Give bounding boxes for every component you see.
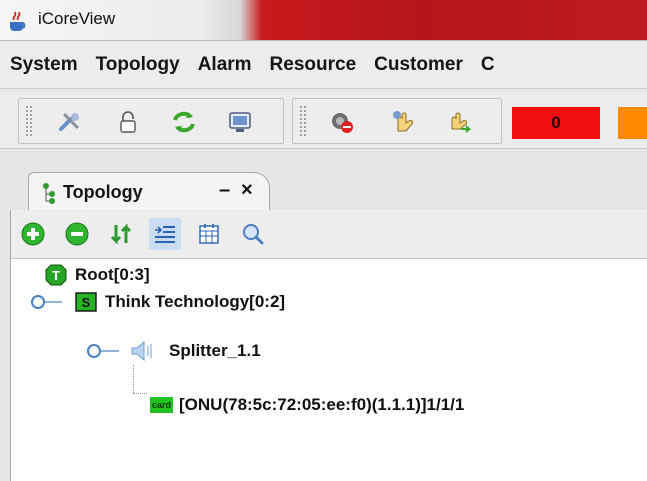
search-button[interactable] bbox=[237, 218, 269, 250]
window-title: iCoreView bbox=[38, 9, 116, 28]
main-toolbar: 0 bbox=[0, 92, 647, 149]
refresh-button[interactable] bbox=[169, 107, 199, 137]
card-badge-icon: card bbox=[150, 397, 174, 413]
menu-truncated[interactable]: C bbox=[475, 54, 507, 76]
tree-connector bbox=[133, 365, 134, 393]
title-bar: iCoreView bbox=[0, 0, 647, 41]
menu-system[interactable]: System bbox=[4, 54, 90, 76]
acknowledge-all-button[interactable] bbox=[445, 107, 475, 137]
tree-node-think-technology[interactable]: S Think Technology[0:2] bbox=[31, 287, 285, 317]
workspace: Topology – × T Root[0:3] S Think Technol… bbox=[0, 151, 647, 481]
menu-resource[interactable]: Resource bbox=[264, 54, 369, 76]
hand-arrow-icon bbox=[451, 112, 472, 133]
tree-node-splitter[interactable]: Splitter_1.1 bbox=[87, 336, 261, 366]
no-sound-icon bbox=[332, 113, 353, 133]
tab-topology[interactable]: Topology – × bbox=[28, 172, 270, 213]
calendar-icon bbox=[199, 224, 219, 244]
tree-node-root[interactable]: T Root[0:3] bbox=[45, 260, 150, 290]
tree-node-label: Think Technology[0:2] bbox=[105, 292, 286, 311]
minimize-icon[interactable]: – bbox=[219, 179, 230, 202]
monitor-button[interactable] bbox=[225, 107, 255, 137]
calendar-button[interactable] bbox=[193, 218, 225, 250]
menu-bar: System Topology Alarm Resource Customer … bbox=[0, 41, 647, 89]
add-button[interactable] bbox=[17, 218, 49, 250]
tree-connector bbox=[133, 393, 147, 394]
lock-button[interactable] bbox=[113, 107, 143, 137]
refresh-icon bbox=[173, 111, 195, 133]
panel-toolbar bbox=[11, 210, 647, 259]
terminal-node-icon: T bbox=[45, 264, 67, 286]
mute-alarm-button[interactable] bbox=[327, 107, 357, 137]
topology-tree: T Root[0:3] S Think Technology[0:2] Spli bbox=[11, 259, 647, 481]
indent-icon bbox=[155, 226, 175, 243]
tab-strip: Topology – × bbox=[10, 164, 647, 213]
topology-tree-icon bbox=[43, 183, 55, 204]
close-icon[interactable]: × bbox=[241, 179, 253, 202]
toolbar-group-2 bbox=[292, 98, 502, 144]
menu-alarm[interactable]: Alarm bbox=[192, 54, 264, 76]
tools-icon bbox=[59, 113, 79, 131]
remove-button[interactable] bbox=[61, 218, 93, 250]
tools-button[interactable] bbox=[55, 107, 85, 137]
expand-handle-icon[interactable] bbox=[31, 295, 45, 309]
station-badge-icon: S bbox=[75, 292, 97, 312]
tree-node-label: Root[0:3] bbox=[75, 265, 150, 284]
search-icon bbox=[243, 224, 264, 245]
tree-node-label: Splitter_1.1 bbox=[169, 341, 261, 360]
sync-button[interactable] bbox=[105, 218, 137, 250]
indent-button[interactable] bbox=[149, 218, 181, 250]
java-cup-icon bbox=[10, 11, 26, 31]
lock-icon bbox=[120, 111, 136, 133]
svg-text:S: S bbox=[82, 295, 91, 310]
acknowledge-button[interactable] bbox=[389, 107, 419, 137]
major-alarm-counter[interactable] bbox=[618, 107, 647, 139]
menu-customer[interactable]: Customer bbox=[368, 54, 475, 76]
splitter-icon bbox=[131, 340, 152, 362]
tab-label: Topology bbox=[63, 182, 143, 202]
hand-icon bbox=[393, 111, 414, 132]
tree-node-onu-card[interactable]: card [ONU(78:5c:72:05:ee:f0)(1.1.1)]1/1/… bbox=[150, 390, 464, 420]
monitor-icon bbox=[229, 112, 251, 132]
topology-panel: T Root[0:3] S Think Technology[0:2] Spli bbox=[10, 210, 647, 481]
svg-text:T: T bbox=[52, 268, 60, 283]
critical-alarm-counter[interactable]: 0 bbox=[512, 107, 600, 139]
drag-grip[interactable] bbox=[25, 105, 33, 137]
expand-handle-icon[interactable] bbox=[87, 344, 101, 358]
tree-node-label: [ONU(78:5c:72:05:ee:f0)(1.1.1)]1/1/1 bbox=[179, 395, 465, 414]
sync-icon bbox=[110, 223, 132, 245]
toolbar-group-1 bbox=[18, 98, 284, 144]
remove-icon bbox=[65, 222, 89, 246]
add-icon bbox=[21, 222, 45, 246]
menu-topology[interactable]: Topology bbox=[90, 54, 192, 76]
drag-grip[interactable] bbox=[299, 105, 307, 137]
